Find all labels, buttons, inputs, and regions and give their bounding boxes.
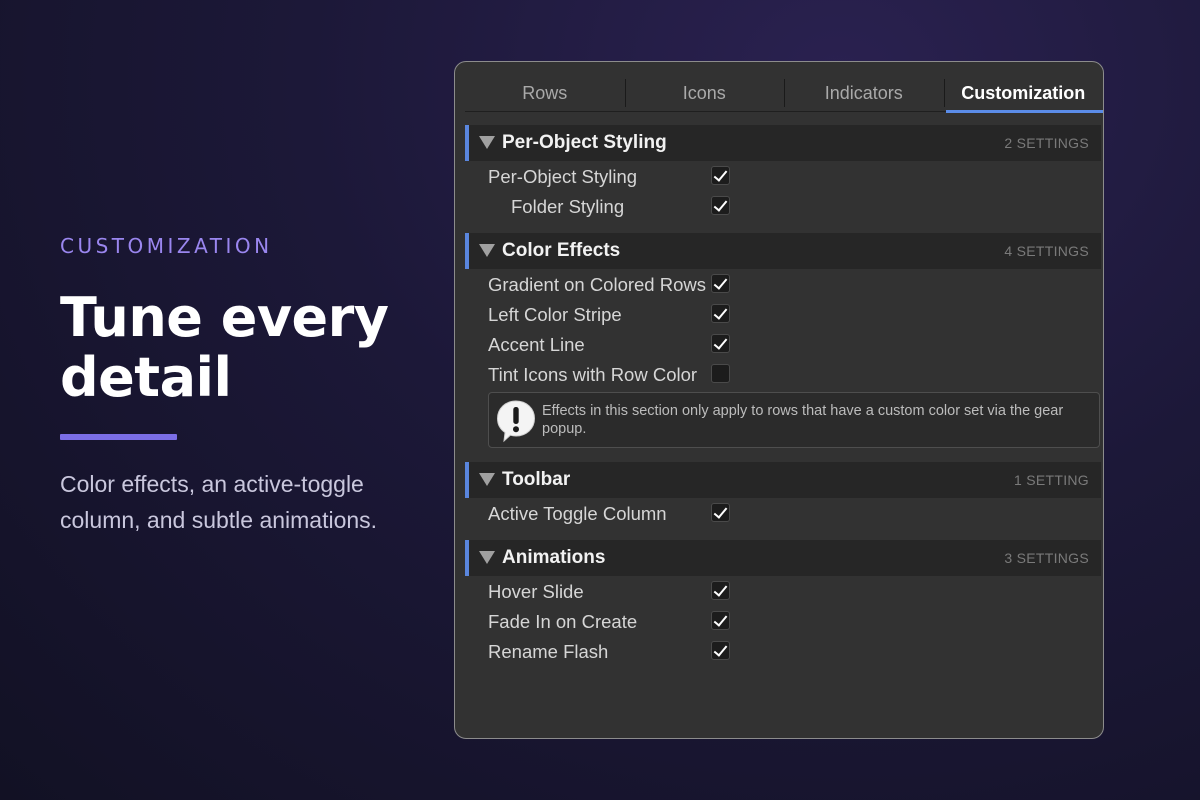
checkbox-tint-icons-with-row-color[interactable] bbox=[711, 364, 730, 383]
tab-bar: Rows Icons Indicators Customization bbox=[465, 75, 1104, 113]
checkbox-fade-in-on-create[interactable] bbox=[711, 611, 730, 630]
collapse-triangle-icon bbox=[479, 136, 495, 149]
setting-label: Hover Slide bbox=[488, 581, 584, 602]
setting-label: Active Toggle Column bbox=[488, 503, 667, 524]
checkbox-gradient-on-colored-rows[interactable] bbox=[711, 274, 730, 293]
headline-line-1: Tune every bbox=[60, 286, 389, 349]
section-title: Color Effects bbox=[502, 240, 621, 261]
settings-panel: Rows Icons Indicators Customization Per-… bbox=[454, 61, 1104, 739]
headline-line-2: detail bbox=[60, 346, 232, 409]
subtext: Color effects, an active-toggle column, … bbox=[60, 471, 378, 533]
section-count: 3 SETTINGS bbox=[1004, 550, 1089, 566]
checkbox-rename-flash[interactable] bbox=[711, 641, 730, 660]
section-header-toolbar[interactable]: Toolbar 1 SETTING bbox=[465, 462, 1101, 498]
setting-label: Rename Flash bbox=[488, 641, 609, 662]
section-count: 4 SETTINGS bbox=[1004, 243, 1089, 259]
checkbox-per-object-styling[interactable] bbox=[711, 166, 730, 185]
section-title: Animations bbox=[502, 547, 606, 568]
setting-row-hover-slide: Hover Slide bbox=[455, 577, 1095, 607]
collapse-triangle-icon bbox=[479, 551, 495, 564]
section-header-color-effects[interactable]: Color Effects 4 SETTINGS bbox=[465, 233, 1101, 269]
hero: CUSTOMIZATION Tune every detail Color ef… bbox=[60, 234, 420, 538]
section-header-animations[interactable]: Animations 3 SETTINGS bbox=[465, 540, 1101, 576]
setting-label: Per-Object Styling bbox=[488, 166, 638, 187]
exclamation-speech-bubble-icon bbox=[496, 400, 536, 443]
section-header-per-object-styling[interactable]: Per-Object Styling 2 SETTINGS bbox=[465, 125, 1101, 161]
setting-row-accent-line: Accent Line bbox=[455, 330, 1095, 360]
section-count: 1 SETTING bbox=[1013, 472, 1089, 488]
setting-row-active-toggle-column: Active Toggle Column bbox=[455, 499, 1095, 529]
checkbox-left-color-stripe[interactable] bbox=[711, 304, 730, 323]
checkbox-hover-slide[interactable] bbox=[711, 581, 730, 600]
checkbox-accent-line[interactable] bbox=[711, 334, 730, 353]
tab-customization[interactable]: Customization bbox=[943, 75, 1104, 113]
setting-row-tint-icons-with-row-color: Tint Icons with Row Color bbox=[455, 360, 1095, 390]
setting-row-left-color-stripe: Left Color Stripe bbox=[455, 300, 1095, 330]
setting-row-fade-in-on-create: Fade In on Create bbox=[455, 607, 1095, 637]
eyebrow-label: CUSTOMIZATION bbox=[60, 234, 273, 258]
section-title: Per-Object Styling bbox=[502, 132, 667, 153]
checkbox-active-toggle-column[interactable] bbox=[711, 503, 730, 522]
setting-label: Tint Icons with Row Color bbox=[488, 364, 698, 385]
setting-row-per-object-styling: Per-Object Styling bbox=[455, 162, 1095, 192]
headline: Tune every detail bbox=[60, 288, 420, 408]
setting-label: Fade In on Create bbox=[488, 611, 638, 632]
setting-label: Accent Line bbox=[488, 334, 585, 355]
tab-rows[interactable]: Rows bbox=[465, 75, 625, 111]
setting-label: Folder Styling bbox=[511, 196, 625, 217]
tab-indicators[interactable]: Indicators bbox=[784, 75, 944, 111]
accent-divider bbox=[60, 434, 177, 440]
section-count: 2 SETTINGS bbox=[1004, 135, 1089, 151]
collapse-triangle-icon bbox=[479, 473, 495, 486]
collapse-triangle-icon bbox=[479, 244, 495, 257]
checkbox-folder-styling[interactable] bbox=[711, 196, 730, 215]
setting-label: Gradient on Colored Rows bbox=[488, 274, 706, 295]
setting-label: Left Color Stripe bbox=[488, 304, 622, 325]
info-callout: Effects in this section only apply to ro… bbox=[488, 392, 1100, 448]
setting-row-folder-styling: Folder Styling bbox=[455, 192, 1095, 222]
setting-row-rename-flash: Rename Flash bbox=[455, 637, 1095, 667]
section-title: Toolbar bbox=[502, 469, 571, 490]
setting-row-gradient-on-colored-rows: Gradient on Colored Rows bbox=[455, 270, 1095, 300]
info-callout-text: Effects in this section only apply to ro… bbox=[542, 403, 1064, 437]
tab-icons[interactable]: Icons bbox=[624, 75, 785, 111]
